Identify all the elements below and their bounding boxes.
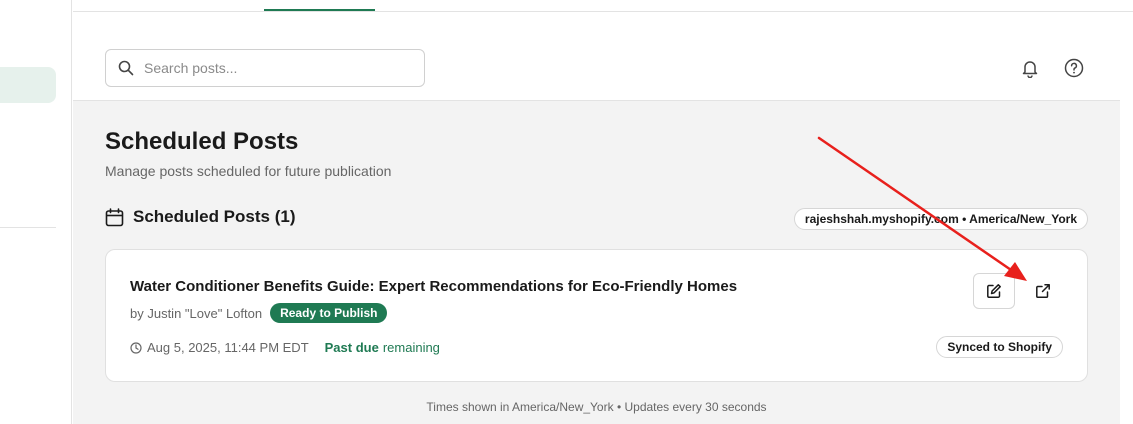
post-schedule-meta: Aug 5, 2025, 11:44 PM EDT Past due remai…: [130, 340, 440, 355]
edit-icon: [987, 284, 1001, 298]
scheduled-date: Aug 5, 2025, 11:44 PM EDT: [147, 340, 309, 355]
clock-icon: [130, 341, 142, 354]
section-title: Scheduled Posts (1): [133, 207, 296, 226]
remaining-label: remaining: [382, 340, 440, 355]
external-link-icon: [1036, 284, 1050, 298]
post-byline: by Justin "Love" Lofton Ready to Publish: [130, 303, 388, 323]
post-author: by Justin "Love" Lofton: [130, 305, 263, 321]
question-circle-icon[interactable]: [1062, 56, 1086, 80]
sidebar: [0, 0, 72, 424]
main-content: Scheduled Posts Manage posts scheduled f…: [73, 101, 1120, 424]
section-header: Scheduled Posts (1): [105, 207, 295, 227]
tab-strip: [73, 0, 1133, 12]
bell-icon[interactable]: [1018, 56, 1042, 80]
search-icon: [118, 60, 134, 76]
edit-post-button[interactable]: [973, 273, 1015, 309]
past-due-label: Past due: [324, 340, 379, 355]
post-title[interactable]: Water Conditioner Benefits Guide: Expert…: [130, 278, 737, 295]
sidebar-active-item[interactable]: [0, 67, 56, 103]
active-tab-indicator[interactable]: [264, 9, 375, 11]
page-subtitle: Manage posts scheduled for future public…: [105, 163, 392, 179]
calendar-icon: [105, 207, 124, 226]
scheduled-post-card: Water Conditioner Benefits Guide: Expert…: [105, 249, 1088, 382]
status-badge: Ready to Publish: [270, 303, 388, 323]
sync-status-badge: Synced to Shopify: [936, 336, 1063, 358]
top-header: [73, 12, 1120, 101]
search-input[interactable]: [144, 60, 404, 76]
page-title: Scheduled Posts: [105, 128, 299, 155]
open-external-button[interactable]: [1025, 273, 1061, 309]
timezone-footer-note: Times shown in America/New_York • Update…: [426, 400, 767, 414]
store-timezone-badge: rajeshshah.myshopify.com • America/New_Y…: [793, 208, 1088, 230]
sidebar-divider: [0, 227, 56, 228]
search-box[interactable]: [105, 49, 425, 87]
